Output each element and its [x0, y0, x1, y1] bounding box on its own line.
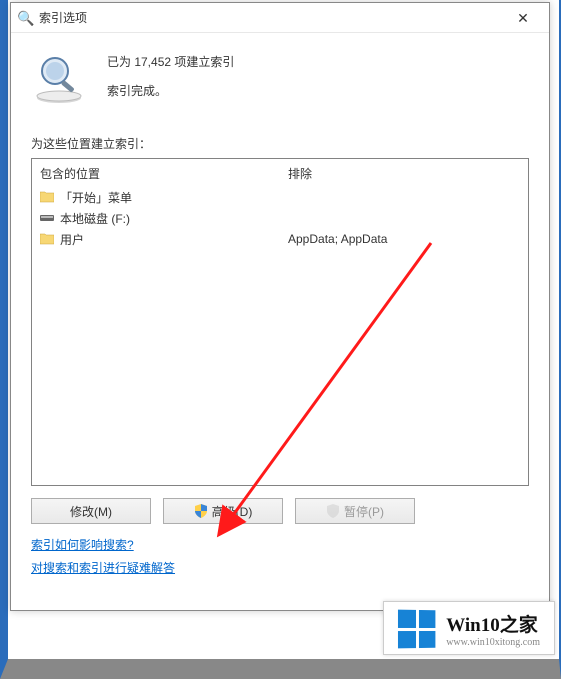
magnifier-icon	[31, 49, 87, 105]
shield-icon	[326, 504, 340, 518]
link-troubleshoot[interactable]: 对搜索和索引进行疑难解答	[31, 559, 175, 576]
watermark-url: www.win10xitong.com	[446, 637, 540, 648]
button-row: 修改(M) 高级(D) 暂停(P)	[31, 498, 529, 524]
advanced-button[interactable]: 高级(D)	[163, 498, 283, 524]
index-complete: 索引完成。	[107, 82, 234, 99]
advanced-button-label: 高级(D)	[212, 503, 253, 520]
locations-list[interactable]: 包含的位置 「开始」菜单 本地磁盘 (F:) 用户 排除	[31, 158, 529, 486]
shield-icon	[194, 504, 208, 518]
watermark-brand: Win10之家	[446, 610, 540, 637]
search-options-icon: 🔍	[17, 10, 33, 26]
indexing-options-dialog: 🔍 索引选项 ✕ 已为 17,452 项建立索引 索引完成。	[10, 2, 550, 611]
list-item-label: AppData; AppData	[288, 232, 387, 246]
list-item	[288, 188, 520, 206]
link-how-affect[interactable]: 索引如何影响搜索?	[31, 536, 134, 553]
list-item[interactable]: 本地磁盘 (F:)	[40, 209, 272, 227]
list-item-label: 本地磁盘 (F:)	[60, 210, 130, 227]
list-item[interactable]: 用户	[40, 230, 272, 248]
help-links: 索引如何影响搜索? 对搜索和索引进行疑难解答	[31, 536, 529, 582]
close-button[interactable]: ✕	[503, 5, 543, 31]
excluded-column: 排除 AppData; AppData	[280, 159, 528, 485]
list-item[interactable]: 「开始」菜单	[40, 188, 272, 206]
locations-label: 为这些位置建立索引：	[31, 135, 529, 152]
excluded-header: 排除	[288, 165, 520, 182]
folder-icon	[40, 233, 54, 245]
status-row: 已为 17,452 项建立索引 索引完成。	[31, 49, 529, 105]
pause-button-label: 暂停(P)	[344, 503, 384, 520]
watermark: Win10之家 www.win10xitong.com	[383, 601, 555, 655]
disk-icon	[40, 213, 54, 223]
included-header: 包含的位置	[40, 165, 272, 182]
titlebar: 🔍 索引选项 ✕	[11, 3, 549, 33]
status-text: 已为 17,452 项建立索引 索引完成。	[107, 49, 234, 99]
modify-button-label: 修改(M)	[70, 503, 112, 520]
list-item-label: 用户	[60, 231, 84, 248]
list-item-label: 「开始」菜单	[60, 189, 132, 206]
pause-button: 暂停(P)	[295, 498, 415, 524]
window-title: 索引选项	[39, 9, 503, 26]
modify-button[interactable]: 修改(M)	[31, 498, 151, 524]
included-column: 包含的位置 「开始」菜单 本地磁盘 (F:) 用户	[32, 159, 280, 485]
windows-logo-icon	[398, 610, 435, 649]
folder-icon	[40, 191, 54, 203]
list-item	[288, 209, 520, 227]
indexed-count: 已为 17,452 项建立索引	[107, 53, 234, 70]
list-item: AppData; AppData	[288, 230, 520, 248]
